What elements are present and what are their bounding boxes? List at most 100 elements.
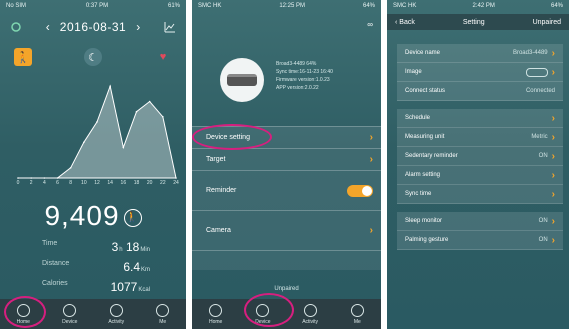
sleep-mode-icon[interactable]: ☾ xyxy=(84,48,102,66)
x-tick-label: 16 xyxy=(120,180,127,186)
tab-label: Me xyxy=(353,318,361,325)
stat-value: 3 xyxy=(111,240,119,254)
status-bar: SMC HK 12:25 PM 64% xyxy=(192,0,381,12)
refresh-icon[interactable] xyxy=(10,21,22,33)
setting-label: Measuring unit xyxy=(405,134,445,140)
tab-device[interactable]: Device xyxy=(50,303,90,325)
setting-value-text: ON xyxy=(538,153,548,159)
chevron-right-icon: › xyxy=(551,131,555,143)
setting-row[interactable]: Sleep monitor ON › xyxy=(397,212,563,231)
x-tick-label: 14 xyxy=(107,180,113,186)
data-point xyxy=(17,177,19,179)
setting-row[interactable]: Palming gesture ON › xyxy=(397,231,563,250)
setting-row[interactable]: Device name Broad3-4489 › xyxy=(397,44,563,63)
device-setting-row[interactable]: Device setting › xyxy=(192,126,381,148)
device-icon xyxy=(256,303,270,317)
tab-label: Device xyxy=(255,318,271,325)
chart-icon[interactable] xyxy=(164,21,176,33)
settings-list: Device name Broad3-4489 › Image › Connect sta… xyxy=(397,44,563,258)
setting-value-text: Broad3-4489 xyxy=(512,50,548,56)
data-point xyxy=(56,177,59,179)
device-image xyxy=(220,58,264,102)
tab-home[interactable]: Home xyxy=(196,303,236,325)
status-bar: No SIM 0:37 PM 61% xyxy=(0,0,186,12)
data-point xyxy=(109,85,111,87)
firmware-line: Firmware version:1.0.23 xyxy=(276,77,330,83)
link-icon[interactable]: ∞ xyxy=(367,20,373,29)
back-button[interactable]: ‹ Back xyxy=(395,19,415,26)
setting-row[interactable]: Alarm setting › xyxy=(397,166,563,185)
setting-value-text: Connected xyxy=(525,88,555,94)
tab-me[interactable]: Me xyxy=(143,303,183,325)
row-label: Reminder xyxy=(206,187,237,194)
row-label: Device setting xyxy=(206,134,250,141)
tab-device[interactable]: Device xyxy=(243,303,283,325)
carrier: SMC HK xyxy=(393,3,417,9)
home-icon xyxy=(209,303,223,317)
activity-icon xyxy=(109,303,123,317)
chevron-right-icon: › xyxy=(551,234,555,246)
stat-value-2: 18 xyxy=(125,240,140,254)
step-count: 9,409 🚶 xyxy=(0,200,186,232)
stat-unit: h xyxy=(119,247,123,253)
row-label: Camera xyxy=(206,227,231,234)
tab-label: Activity xyxy=(302,318,319,325)
setting-value: › xyxy=(552,113,555,124)
setting-label: Connect status xyxy=(405,88,446,94)
chevron-right-icon: › xyxy=(369,132,373,143)
tab-label: Me xyxy=(159,318,167,325)
battery: 61% xyxy=(167,3,180,9)
heart-rate-icon[interactable]: ♥ xyxy=(154,48,172,66)
data-point xyxy=(83,141,85,144)
status-bar: SMC HK 2:42 PM 64% xyxy=(387,0,569,12)
app-version-line: APP version:2.0.22 xyxy=(276,85,319,91)
unpair-button[interactable]: Unpaired xyxy=(533,19,561,26)
chevron-right-icon: › xyxy=(369,225,373,236)
data-point xyxy=(30,177,32,179)
setting-value: Metric › xyxy=(531,132,555,143)
x-tick-label: 12 xyxy=(94,180,100,186)
setting-value: ON › xyxy=(539,235,555,246)
time-stat: Time 3h 18Min xyxy=(42,240,150,254)
setting-row[interactable]: Sync time › xyxy=(397,185,563,204)
chevron-right-icon: › xyxy=(551,112,555,124)
clock: 2:42 PM xyxy=(472,3,495,9)
data-point xyxy=(96,121,98,123)
tab-label: Home xyxy=(208,318,223,325)
nav-bar: ‹ Back Setting Unpaired xyxy=(387,14,569,30)
walk-mode-icon[interactable]: 🚶 xyxy=(14,48,32,66)
reminder-toggle[interactable] xyxy=(347,184,373,197)
x-tick-label: 10 xyxy=(81,180,87,186)
x-axis-ticks: 0 2 4 6 8 10 12 14 16 18 20 22 24 xyxy=(17,180,179,188)
stat-label: Distance xyxy=(42,260,70,267)
clock: 0:37 PM xyxy=(85,3,109,9)
next-date-button[interactable]: › xyxy=(136,20,140,34)
tab-me[interactable]: Me xyxy=(337,303,377,325)
camera-row[interactable]: Camera › xyxy=(192,210,381,250)
data-point xyxy=(135,110,138,113)
prev-date-button[interactable]: ‹ xyxy=(46,20,50,34)
stat-unit: Kcal xyxy=(138,287,150,293)
setting-row[interactable]: Schedule › xyxy=(397,109,563,128)
battery: 64% xyxy=(550,3,563,9)
tab-label: Device xyxy=(62,318,78,325)
x-tick-label: 6 xyxy=(56,180,59,186)
setting-row[interactable]: Measuring unit Metric › xyxy=(397,128,563,147)
setting-row[interactable]: Image › xyxy=(397,63,563,82)
target-row[interactable]: Target › xyxy=(192,148,381,170)
device-menu: Device setting › Target › Reminder Camera › xyxy=(192,126,381,270)
tab-label: Activity xyxy=(108,318,125,325)
data-point xyxy=(162,116,164,118)
data-point xyxy=(69,167,72,169)
setting-row[interactable]: Sedentary reminder ON › xyxy=(397,147,563,166)
stat-value: 1077 xyxy=(110,280,138,294)
tab-bar: Home Device Activity Me xyxy=(0,299,186,329)
tab-activity[interactable]: Activity xyxy=(96,303,136,325)
setting-row[interactable]: Connect status Connected xyxy=(397,82,563,101)
device-screen: SMC HK 12:25 PM 64% ∞ Broad3-4489 64% Sy… xyxy=(192,0,381,329)
tab-activity[interactable]: Activity xyxy=(290,303,330,325)
x-tick-label: 4 xyxy=(42,180,46,186)
setting-value: › xyxy=(525,67,555,78)
me-icon xyxy=(350,303,364,317)
tab-home[interactable]: Home xyxy=(3,303,43,325)
